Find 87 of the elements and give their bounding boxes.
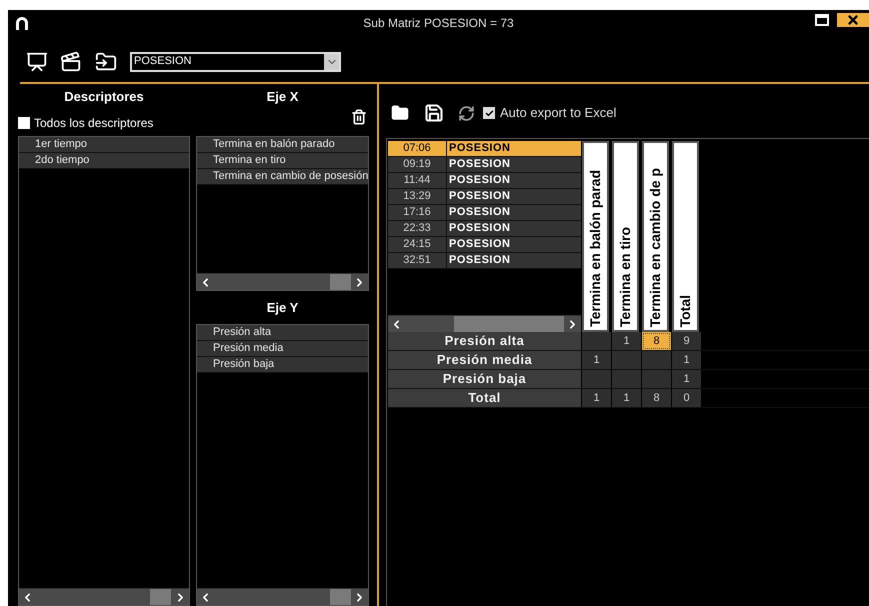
- event-time: 22:33: [388, 221, 447, 236]
- event-time: 13:29: [388, 189, 447, 204]
- list-item[interactable]: 2do tiempo: [19, 153, 189, 169]
- event-row[interactable]: 22:33 POSESION: [388, 221, 581, 237]
- list-item[interactable]: Termina en tiro: [197, 153, 368, 169]
- folder-icon[interactable]: [390, 104, 410, 122]
- matrix-cell[interactable]: 9: [672, 332, 701, 350]
- list-item[interactable]: 1er tiempo: [19, 137, 189, 153]
- event-time: 09:19: [388, 157, 447, 172]
- scrollbar-thumb[interactable]: [454, 316, 564, 332]
- row-header: Total: [388, 389, 581, 407]
- event-name: POSESION: [448, 173, 512, 188]
- event-row[interactable]: 32:51 POSESION: [388, 253, 581, 269]
- matrix-cell[interactable]: 1: [672, 370, 701, 388]
- checkmark-icon: [484, 108, 494, 118]
- matrix-cell[interactable]: [582, 332, 611, 350]
- column-header: Termina en balón parad: [582, 141, 609, 332]
- checkbox-label: Auto export to Excel: [500, 104, 616, 122]
- event-row[interactable]: 09:19 POSESION: [388, 157, 581, 173]
- refresh-icon[interactable]: [458, 104, 475, 122]
- projector-screen-icon[interactable]: [26, 50, 48, 72]
- matrix-cell[interactable]: 8: [642, 389, 671, 407]
- scrollbar-track[interactable]: [197, 273, 368, 290]
- close-icon: [846, 13, 860, 27]
- scrollbar-track[interactable]: [388, 315, 581, 332]
- column-heading: Descriptores: [63, 88, 145, 106]
- scrollbar-thumb[interactable]: [330, 589, 351, 605]
- event-row[interactable]: 17:16 POSESION: [388, 205, 581, 221]
- event-name: POSESION: [448, 157, 512, 172]
- row-header: Presión baja: [388, 370, 581, 388]
- matrix-cell[interactable]: 0: [672, 389, 701, 407]
- event-row[interactable]: 11:44 POSESION: [388, 173, 581, 189]
- event-name: POSESION: [448, 253, 512, 268]
- column-header: Total: [672, 141, 699, 332]
- column-header: Termina en cambio de p: [642, 141, 669, 332]
- matrix-cell[interactable]: 1: [582, 351, 611, 369]
- event-name: POSESION: [448, 237, 512, 252]
- event-row[interactable]: 13:29 POSESION: [388, 189, 581, 205]
- matrix-cell[interactable]: 1: [672, 351, 701, 369]
- event-time: 24:15: [388, 237, 447, 252]
- event-name: POSESION: [448, 221, 512, 236]
- column-heading: Eje Y: [266, 299, 300, 317]
- list-item[interactable]: Presión alta: [197, 325, 368, 341]
- matrix-cell[interactable]: 1: [582, 389, 611, 407]
- clapperboard-icon[interactable]: [60, 50, 82, 72]
- event-name: POSESION: [448, 205, 512, 220]
- event-row[interactable]: 24:15 POSESION: [388, 237, 581, 253]
- app-logo-icon: [14, 15, 30, 31]
- event-row[interactable]: 07:06 POSESION: [388, 141, 581, 157]
- maximize-button[interactable]: [815, 14, 829, 26]
- matrix-cell[interactable]: 8: [642, 332, 671, 350]
- dropdown-button[interactable]: [324, 54, 339, 70]
- checkbox[interactable]: [18, 117, 30, 129]
- trash-icon[interactable]: [351, 108, 367, 126]
- close-button[interactable]: [837, 13, 869, 27]
- window-title: Sub Matriz POSESION = 73: [363, 14, 514, 32]
- matrix-cell[interactable]: 1: [612, 332, 641, 350]
- event-name: POSESION: [448, 141, 512, 156]
- scrollbar-thumb[interactable]: [330, 274, 351, 290]
- checkbox[interactable]: [483, 107, 495, 119]
- category-select[interactable]: POSESION: [130, 52, 341, 72]
- event-time: 07:06: [388, 141, 447, 156]
- matrix-cell[interactable]: [612, 370, 641, 388]
- list-item[interactable]: Presión baja: [197, 357, 368, 373]
- matrix-cell[interactable]: 1: [612, 389, 641, 407]
- matrix-cell[interactable]: [582, 370, 611, 388]
- scrollbar-thumb[interactable]: [150, 589, 171, 605]
- save-icon[interactable]: [424, 103, 444, 123]
- event-time: 32:51: [388, 253, 447, 268]
- column-heading: Eje X: [266, 88, 298, 104]
- select-value: POSESION: [133, 54, 192, 70]
- list-item[interactable]: Termina en balón parado: [197, 137, 368, 153]
- event-name: POSESION: [448, 189, 512, 204]
- event-time: 17:16: [388, 205, 447, 220]
- matrix-cell[interactable]: [642, 351, 671, 369]
- checkbox-label: Todos los descriptores: [34, 115, 154, 132]
- matrix-cell[interactable]: [642, 370, 671, 388]
- list-item[interactable]: Presión media: [197, 341, 368, 357]
- list-item[interactable]: Termina en cambio de posesión: [197, 169, 368, 185]
- row-header: Presión media: [388, 351, 581, 369]
- event-time: 11:44: [388, 173, 447, 188]
- column-header: Termina en tiro: [612, 141, 639, 332]
- scrollbar-track[interactable]: [19, 588, 189, 605]
- matrix-cell[interactable]: [612, 351, 641, 369]
- row-header: Presión alta: [388, 332, 581, 350]
- scrollbar-track[interactable]: [197, 588, 368, 605]
- folder-arrow-icon[interactable]: [94, 50, 118, 72]
